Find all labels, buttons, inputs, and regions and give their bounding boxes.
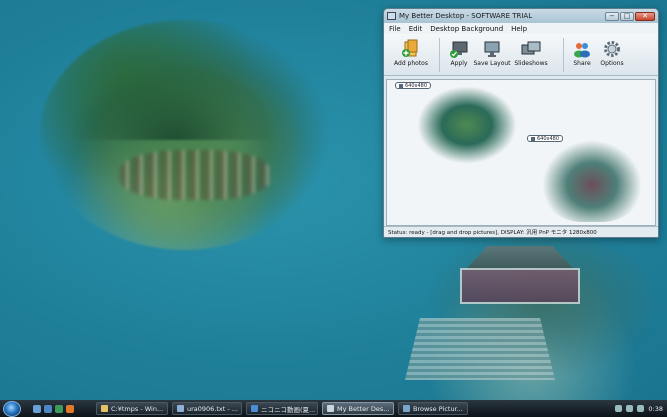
- slideshows-icon: [520, 38, 542, 60]
- gear-icon: [602, 38, 622, 60]
- status-text: Status: ready - [drag and drop pictures]…: [388, 230, 597, 236]
- toolbar: Add photos Apply Save Layout Slideshows …: [384, 34, 658, 76]
- add-photos-icon: [401, 38, 421, 60]
- tray-app-icon[interactable]: [637, 405, 645, 412]
- photo-size-tag[interactable]: 640x480: [395, 82, 432, 89]
- taskbar: C:¥tmps - Win... ura0906.txt - ... ニコニコ動…: [0, 400, 667, 417]
- menu-help[interactable]: Help: [511, 25, 527, 33]
- window-title: My Better Desktop - SOFTWARE TRIAL: [399, 12, 533, 20]
- photo-size-label: 640x480: [537, 135, 560, 142]
- taskbar-item-browser[interactable]: ニコニコ動画(夏...: [246, 402, 318, 415]
- apply-button[interactable]: Apply: [445, 38, 473, 67]
- photo-size-tag[interactable]: 640x480: [527, 135, 564, 142]
- taskbar-item-label: Browse Pictur...: [413, 404, 463, 413]
- slideshows-label: Slideshows: [514, 60, 548, 67]
- folder-icon: [101, 405, 108, 412]
- photo-thumbnail[interactable]: [542, 140, 642, 222]
- photo-temple-body: [460, 268, 580, 304]
- close-button[interactable]: ✕: [635, 11, 655, 21]
- share-label: Share: [573, 60, 591, 67]
- show-desktop-icon[interactable]: [33, 404, 41, 413]
- photo-thumbnail[interactable]: [417, 86, 517, 164]
- taskbar-item-notepad[interactable]: ura0906.txt - ...: [172, 402, 242, 415]
- quick-launch: [33, 404, 74, 413]
- layout-canvas[interactable]: 640x480 640x480: [386, 79, 656, 226]
- app-icon: [327, 405, 334, 412]
- picture-icon: [403, 405, 410, 412]
- app-window: My Better Desktop - SOFTWARE TRIAL − □ ✕…: [383, 8, 659, 238]
- minimize-button[interactable]: −: [605, 11, 619, 21]
- taskbar-item-label: ニコニコ動画(夏...: [261, 405, 316, 414]
- taskbar-item-browse-pictures[interactable]: Browse Pictur...: [398, 402, 468, 415]
- options-button[interactable]: Options: [595, 38, 629, 67]
- taskbar-item-label: My Better Des...: [337, 404, 390, 413]
- system-tray: 0:38: [611, 405, 667, 413]
- menu-file[interactable]: File: [389, 25, 401, 33]
- taskbar-item-label: C:¥tmps - Win...: [111, 404, 164, 413]
- text-file-icon: [177, 405, 184, 412]
- photo-houses: [120, 150, 270, 200]
- menu-bar: File Edit Desktop Background Help: [384, 23, 658, 34]
- browser-icon[interactable]: [55, 404, 63, 413]
- maximize-button[interactable]: □: [620, 11, 634, 21]
- save-layout-icon: [482, 38, 502, 60]
- add-photos-label: Add photos: [394, 60, 428, 67]
- title-bar[interactable]: My Better Desktop - SOFTWARE TRIAL − □ ✕: [384, 9, 658, 23]
- app-icon: [387, 12, 396, 20]
- taskbar-item-my-better-desktop[interactable]: My Better Des...: [322, 402, 394, 415]
- volume-icon[interactable]: [626, 405, 634, 412]
- share-button[interactable]: Share: [569, 38, 595, 67]
- toolbar-separator: [439, 38, 440, 72]
- desktop-photo-village: [40, 20, 330, 250]
- options-label: Options: [600, 60, 624, 67]
- save-layout-label: Save Layout: [473, 60, 511, 67]
- save-layout-button[interactable]: Save Layout: [473, 38, 511, 67]
- status-bar: Status: ready - [drag and drop pictures]…: [384, 226, 658, 237]
- photo-mountain: [70, 60, 280, 140]
- apply-icon: [449, 38, 469, 60]
- apply-label: Apply: [450, 60, 468, 67]
- firefox-icon[interactable]: [66, 404, 74, 413]
- resize-handle-icon: [531, 136, 535, 141]
- ie-icon: [251, 405, 258, 412]
- start-button[interactable]: [3, 400, 21, 417]
- menu-desktop-background[interactable]: Desktop Background: [430, 25, 503, 33]
- menu-edit[interactable]: Edit: [409, 25, 423, 33]
- toolbar-separator: [563, 38, 564, 72]
- clock[interactable]: 0:38: [648, 405, 663, 413]
- slideshows-button[interactable]: Slideshows: [511, 38, 551, 67]
- resize-handle-icon: [399, 83, 403, 88]
- share-icon: [572, 38, 592, 60]
- add-photos-button[interactable]: Add photos: [388, 38, 434, 67]
- network-icon[interactable]: [615, 405, 623, 412]
- taskbar-item-label: ura0906.txt - ...: [187, 404, 239, 413]
- window-switcher-icon[interactable]: [44, 404, 52, 413]
- photo-temple-stairs: [405, 318, 555, 380]
- taskbar-item-explorer[interactable]: C:¥tmps - Win...: [96, 402, 168, 415]
- photo-size-label: 640x480: [405, 82, 428, 89]
